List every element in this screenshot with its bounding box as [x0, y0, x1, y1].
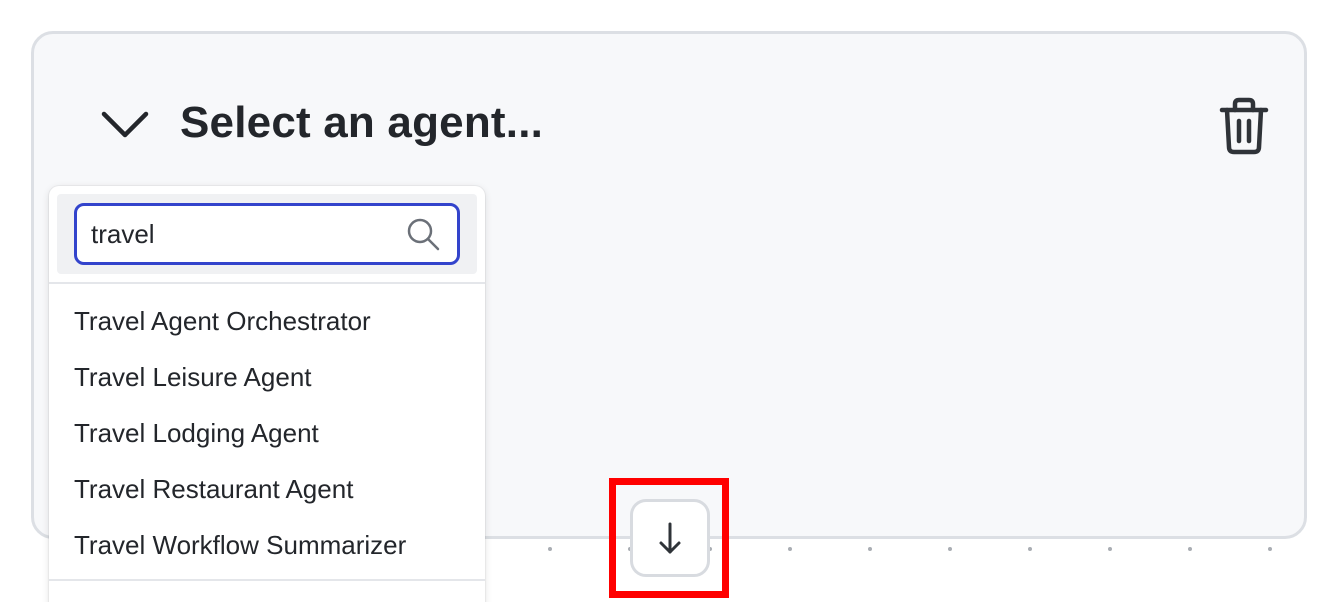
agent-dropdown-menu: Travel Agent Orchestrator Travel Leisure… — [49, 186, 485, 602]
search-field[interactable] — [74, 203, 460, 265]
search-container — [57, 194, 477, 274]
agent-select-title[interactable]: Select an agent... — [180, 98, 543, 148]
agent-option[interactable]: Travel Agent Orchestrator — [49, 293, 485, 349]
agent-options-list: Travel Agent Orchestrator Travel Leisure… — [49, 293, 485, 573]
arrow-down-icon — [659, 522, 681, 554]
trash-icon[interactable] — [1212, 94, 1276, 158]
search-icon — [407, 218, 440, 251]
scroll-down-button[interactable] — [630, 499, 710, 577]
agent-option[interactable]: Travel Leisure Agent — [49, 349, 485, 405]
workflow-canvas: Select an agent... travel Travel Agent O… — [0, 0, 1340, 602]
agent-option[interactable]: Travel Workflow Summarizer — [49, 517, 485, 573]
agent-option[interactable]: Travel Lodging Agent — [49, 405, 485, 461]
search-input[interactable] — [91, 206, 391, 262]
chevron-down-icon[interactable] — [96, 100, 154, 150]
divider — [49, 579, 485, 581]
divider — [49, 282, 485, 284]
agent-option[interactable]: Travel Restaurant Agent — [49, 461, 485, 517]
